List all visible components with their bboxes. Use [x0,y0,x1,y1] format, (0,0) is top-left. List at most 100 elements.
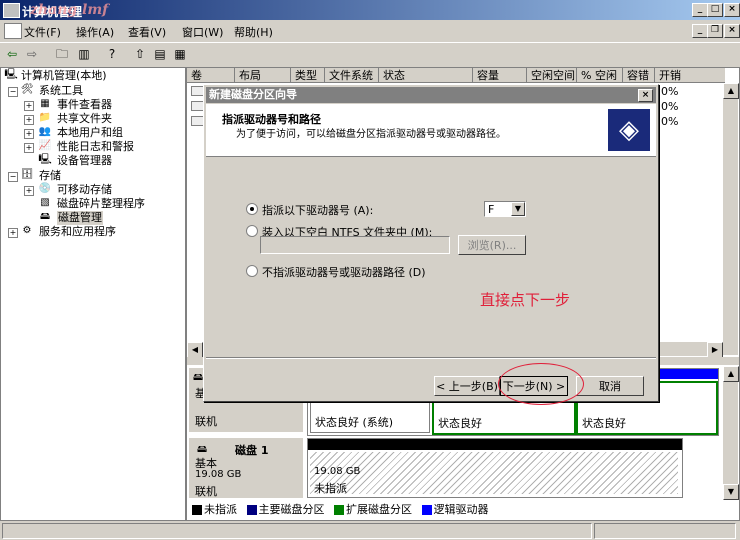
disk-list-scrollbar[interactable]: ▲ ▼ [723,366,739,500]
column-header-free-space[interactable]: 空闲空间 [527,68,577,83]
chevron-down-icon[interactable]: ▼ [511,202,525,216]
tree-root[interactable]: 计算机管理(本地) [21,69,107,83]
column-header-volume[interactable]: 卷 [187,68,235,83]
column-header-filesystem[interactable]: 文件系统 [325,68,379,83]
minimize-button[interactable]: _ [692,3,708,17]
menu-view[interactable]: 查看(V) [128,24,166,40]
device-manager-icon: 🖳 [38,154,52,165]
defrag-icon: ▧ [40,197,50,208]
drive-letter-select[interactable]: F ▼ [484,201,526,217]
legend-swatch [421,505,432,515]
window-titlebar: 计算机管理 zhang lmf _ □ × [0,0,740,20]
disk1-partitions: 19.08 GB 未指派 [307,438,683,498]
dialog-title: 新建磁盘分区向导 [209,88,297,101]
collapse-icon[interactable]: − [8,172,18,182]
menu-action[interactable]: 操作(A) [76,24,114,40]
table-row-overhead: 0% [661,85,679,98]
back-button[interactable]: < 上一步(B) [434,376,500,396]
shared-folder-icon: 📁 [38,112,52,123]
menu-file[interactable]: 文件(F) [24,24,61,40]
expand-icon[interactable]: + [24,101,34,111]
menu-window[interactable]: 窗口(W) [182,24,223,40]
legend-extended: 扩展磁盘分区 [346,503,412,516]
back-icon[interactable]: ⇦ [4,46,20,62]
close-button[interactable]: × [724,3,740,17]
child-minimize-button[interactable]: _ [692,24,708,38]
toolbar: ⇦ ⇨ 🗀 ▥ ? ⇧ ▤ ▦ [0,42,740,68]
tree-item-local-users[interactable]: 本地用户和组 [57,126,123,140]
tree-item-device-manager[interactable]: 设备管理器 [57,154,112,168]
column-header-status[interactable]: 状态 [379,68,473,83]
legend-swatch [334,505,344,515]
highlight-circle [498,363,584,405]
scroll-down-icon[interactable]: ▼ [723,484,739,500]
folder-path-input[interactable] [260,236,450,254]
properties-icon[interactable]: ▤ [152,46,168,62]
disk-management-icon: 🖴 [39,211,51,222]
radio-assign-drive-letter[interactable] [246,203,258,215]
child-close-button[interactable]: × [724,24,740,38]
partition-status: 状态良好 [582,417,626,430]
disk0-status: 联机 [195,415,217,428]
column-header-layout[interactable]: 布局 [235,68,291,83]
maximize-button[interactable]: □ [707,3,723,17]
forward-icon[interactable]: ⇨ [24,46,40,62]
expand-icon[interactable]: + [24,186,34,196]
tree-item-storage[interactable]: 存储 [39,169,61,183]
disk1-info[interactable]: 🖴 磁盘 1 基本 19.08 GB 联机 [189,438,303,498]
expand-icon[interactable]: + [24,129,34,139]
tree-item-services-apps[interactable]: 服务和应用程序 [39,225,116,239]
disk1-bar [308,439,682,450]
child-restore-button[interactable]: ❐ [707,24,723,38]
expand-icon[interactable]: + [24,115,34,125]
tree-item-disk-management[interactable]: 磁盘管理 [57,211,103,225]
console-tree: 🖳 计算机管理(本地) − 🛠 系统工具 + ▦ 事件查看器 + 📁 共享文件夹… [0,67,186,521]
show-hide-tree-icon[interactable]: ▥ [76,46,92,62]
expand-icon[interactable]: + [24,143,34,153]
column-header-capacity[interactable]: 容量 [473,68,527,83]
legend-swatch [192,505,202,515]
tools-icon: 🛠 [20,84,34,95]
browse-button[interactable]: 浏览(R)... [458,235,526,255]
help-icon[interactable]: ? [104,46,120,62]
volume-list-scrollbar[interactable]: ▲ [723,83,739,355]
tree-item-defrag[interactable]: 磁盘碎片整理程序 [57,197,145,211]
dialog-titlebar: 新建磁盘分区向导 × [206,87,656,103]
tree-item-shared-folders[interactable]: 共享文件夹 [57,112,112,126]
column-header-percent-free[interactable]: % 空闲 [577,68,623,83]
scroll-left-icon[interactable]: ◀ [187,342,203,358]
radio-no-drive-letter[interactable] [246,265,258,277]
column-header-type[interactable]: 类型 [291,68,325,83]
computer-icon: 🖳 [4,69,18,80]
scroll-up-icon[interactable]: ▲ [723,366,739,382]
export-list-icon[interactable]: ⇧ [132,46,148,62]
computer-management-icon [3,3,20,18]
event-viewer-icon: ▦ [40,98,50,109]
dialog-close-button[interactable]: × [638,89,653,102]
menu-help[interactable]: 帮助(H) [234,24,273,40]
disk1-size: 19.08 GB [195,469,242,480]
tree-item-removable-storage[interactable]: 可移动存储 [57,183,112,197]
properties-alt-icon[interactable]: ▦ [172,46,188,62]
folder-up-icon[interactable]: 🗀 [54,46,70,62]
status-bar [0,521,740,540]
scroll-up-icon[interactable]: ▲ [723,83,739,99]
column-header-fault-tolerance[interactable]: 容错 [623,68,655,83]
radio-mount-folder[interactable] [246,225,258,237]
partition-status: 状态良好 [438,417,482,430]
partition-status: 状态良好 (系统) [315,416,394,429]
tree-item-system-tools[interactable]: 系统工具 [39,84,83,98]
cancel-button[interactable]: 取消 [576,376,644,396]
tree-item-event-viewer[interactable]: 事件查看器 [57,98,112,112]
separator [206,357,656,359]
collapse-icon[interactable]: − [8,87,18,97]
disk1-title: 磁盘 1 [235,444,269,457]
legend-swatch [246,505,257,515]
scroll-right-icon[interactable]: ▶ [707,342,723,358]
annotation-text: 直接点下一步 [480,291,571,309]
expand-icon[interactable]: + [8,228,18,238]
tree-item-performance-logs[interactable]: 性能日志和警报 [57,140,134,154]
column-header-overhead[interactable]: 开销 [655,68,725,83]
option-assign-drive-letter-label: 指派以下驱动器号 (A): [262,204,374,217]
unallocated-partition[interactable]: 19.08 GB 未指派 [310,452,678,495]
